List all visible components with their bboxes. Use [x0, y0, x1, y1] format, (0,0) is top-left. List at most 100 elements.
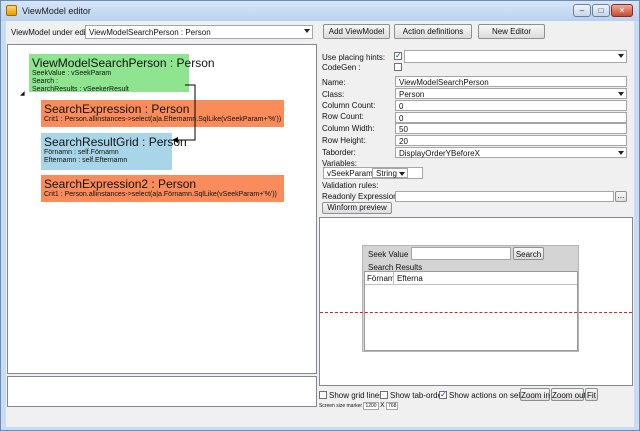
show-grid-checkbox[interactable]	[319, 391, 327, 399]
viewmodel-value: ViewModelSearchPerson : Person	[89, 28, 211, 37]
collapse-arrow-icon[interactable]: ◢	[20, 90, 25, 97]
column-width-label: Column Width:	[322, 124, 375, 133]
chevron-down-icon	[618, 54, 624, 58]
window-title: ViewModel editor	[22, 6, 91, 16]
screen-size-x: X	[379, 402, 385, 409]
codegen-checkbox[interactable]	[394, 63, 402, 71]
show-grid-label: Show grid lines	[329, 391, 384, 400]
close-icon: ✕	[618, 6, 626, 15]
class-value: Person	[399, 90, 425, 99]
placing-hints-checkbox[interactable]	[394, 51, 402, 60]
preview-col-2[interactable]: Efterna	[397, 274, 423, 283]
row-height-value: 20	[399, 137, 408, 146]
readonly-expression-button[interactable]: ...	[615, 191, 627, 202]
viewmodel-label: ViewModel under edit:	[11, 28, 91, 37]
notes-textarea[interactable]	[7, 376, 317, 407]
screen-size-row: Screen size marker 1200 X 768	[319, 402, 399, 410]
chevron-down-icon	[304, 29, 310, 33]
placing-hints-label: Use placing hints:	[322, 53, 386, 62]
screen-width-input[interactable]: 1200	[363, 402, 379, 410]
new-editor-button[interactable]: New Editor	[478, 24, 545, 39]
readonly-expression-label: Readonly Expression:	[322, 192, 400, 201]
readonly-expression-input[interactable]	[395, 191, 614, 202]
row-height-input[interactable]: 20	[395, 135, 627, 146]
preview-col-1[interactable]: Förnam	[367, 274, 395, 283]
name-label: Name:	[322, 78, 346, 87]
preview-seek-label: Seek Value	[368, 250, 409, 259]
column-width-value: 50	[399, 125, 408, 134]
node-line: Efternamn : self.Efternamn	[44, 157, 128, 164]
row-count-input[interactable]: 0	[395, 112, 627, 123]
show-tab-order-checkbox[interactable]	[380, 391, 388, 399]
action-definitions-button[interactable]: Action definitions	[394, 24, 472, 39]
node-line: SeekValue : vSeekParam	[32, 70, 112, 77]
show-actions-label: Show actions on select	[449, 391, 531, 400]
maximize-button[interactable]: □	[592, 4, 610, 17]
row-count-label: Row Count:	[322, 112, 364, 121]
node-title: SearchExpression2 : Person	[44, 177, 197, 191]
class-label: Class:	[322, 90, 345, 99]
taborder-value: DisplayOrderYBeforeX	[399, 149, 480, 158]
node-line: Förnamn : self.Förnamn	[44, 149, 119, 156]
name-value: ViewModelSearchPerson	[399, 78, 489, 87]
search-expression-node[interactable]: SearchExpression : Person Crit1 : Person…	[41, 100, 284, 127]
node-line: Crit1 : Person.allinstances->select(a|a.…	[44, 116, 282, 123]
client-area: ViewModel under edit: ViewModelSearchPer…	[6, 21, 634, 427]
variable-type-value: String	[376, 169, 397, 178]
row-count-value: 0	[399, 114, 404, 123]
preview-form: Seek Value Search Search Results Förnam …	[362, 245, 579, 352]
row-height-label: Row Height:	[322, 136, 366, 145]
preview-seek-input[interactable]	[411, 247, 511, 260]
preview-grid-header: Förnam Efterna	[365, 272, 577, 285]
chevron-down-icon	[618, 92, 624, 96]
preview-search-button[interactable]: Search	[513, 247, 544, 260]
fit-button[interactable]: Fit	[585, 388, 598, 401]
preview-results-grid[interactable]: Förnam Efterna	[364, 271, 578, 351]
chevron-down-icon	[618, 151, 624, 155]
show-tab-order-label: Show tab-order	[390, 391, 445, 400]
class-select[interactable]: Person	[395, 88, 627, 99]
viewmodel-node[interactable]: ViewModelSearchPerson : Person SeekValue…	[29, 54, 215, 93]
app-icon	[6, 5, 17, 16]
maximize-icon: □	[598, 6, 604, 15]
taborder-select[interactable]: DisplayOrderYBeforeX	[395, 147, 627, 158]
diagram-canvas[interactable]: ◢ ViewModelSearchPerson : Person SeekVal…	[7, 44, 317, 374]
node-line: Crit1 : Person.allinstances->select(a|a.…	[44, 191, 277, 198]
column-count-label: Column Count:	[322, 101, 376, 110]
add-viewmodel-button[interactable]: Add ViewModel	[323, 24, 390, 39]
screen-size-marker-line	[320, 312, 632, 313]
column-count-value: 0	[399, 102, 404, 111]
viewmodel-select[interactable]: ViewModelSearchPerson : Person	[85, 25, 313, 39]
zoom-out-button[interactable]: Zoom out	[551, 388, 586, 401]
variables-row[interactable]: vSeekParam String	[323, 167, 423, 179]
chevron-down-icon	[399, 172, 405, 176]
node-title: SearchExpression : Person	[44, 102, 190, 116]
node-line: SearchResults : vSeekerResult	[32, 86, 129, 93]
show-actions-checkbox[interactable]	[439, 390, 447, 399]
minimize-button[interactable]: –	[573, 4, 591, 17]
title-bar[interactable]: ViewModel editor – □ ✕	[1, 1, 639, 21]
screen-height-input[interactable]: 768	[386, 402, 399, 410]
node-line: Search :	[32, 78, 59, 85]
codegen-label: CodeGen :	[322, 63, 361, 72]
preview-col-divider	[393, 272, 394, 284]
column-width-input[interactable]: 50	[395, 123, 627, 134]
winform-preview-panel: Seek Value Search Search Results Förnam …	[319, 217, 633, 386]
taborder-label: Taborder:	[322, 148, 356, 157]
validation-rules-label: Validation rules:	[322, 181, 379, 190]
column-count-input[interactable]: 0	[395, 100, 627, 111]
placing-hints-select[interactable]	[404, 50, 627, 63]
variable-type-select[interactable]: String	[372, 168, 408, 178]
close-button[interactable]: ✕	[611, 4, 633, 17]
screen-size-label: Screen size marker	[319, 403, 363, 409]
editor-window: ViewModel editor – □ ✕ ViewModel under e…	[0, 0, 640, 431]
node-title: SearchResultGrid : Person	[44, 135, 187, 149]
node-title: ViewModelSearchPerson : Person	[32, 56, 215, 70]
zoom-in-button[interactable]: Zoom in	[520, 388, 550, 401]
search-result-grid-node[interactable]: SearchResultGrid : Person Förnamn : self…	[41, 133, 187, 170]
name-input[interactable]: ViewModelSearchPerson	[395, 76, 627, 87]
minimize-icon: –	[579, 6, 585, 15]
search-expression2-node[interactable]: SearchExpression2 : Person Crit1 : Perso…	[41, 175, 284, 202]
winform-preview-button[interactable]: Winform preview	[322, 202, 392, 214]
variable-name[interactable]: vSeekParam	[327, 169, 373, 178]
